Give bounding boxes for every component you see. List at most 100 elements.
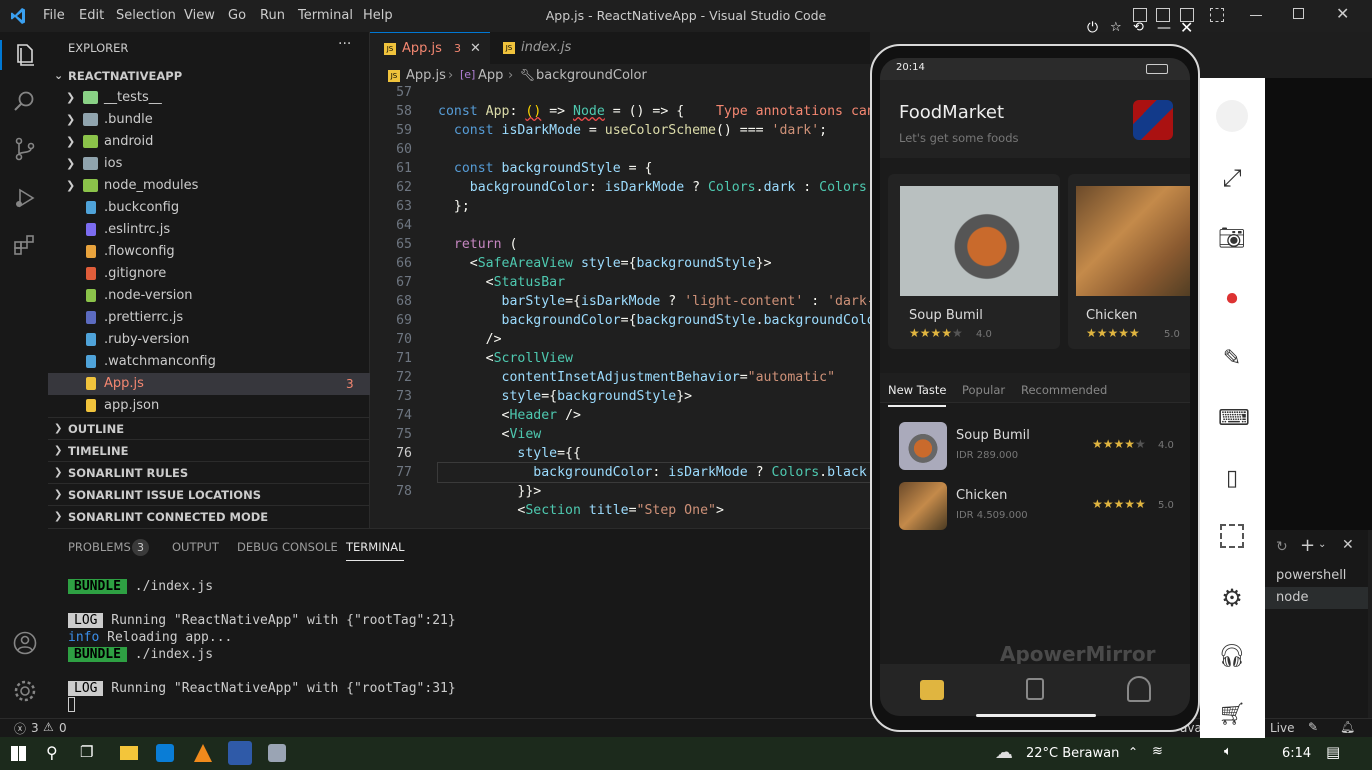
section-outline[interactable]: ❯ OUTLINE	[48, 417, 370, 439]
restore-icon[interactable]	[1293, 8, 1304, 19]
section-timeline[interactable]: ❯ TIMELINE	[48, 439, 370, 461]
search-icon[interactable]	[12, 89, 38, 115]
breadcrumb-file[interactable]: App.js	[406, 68, 446, 83]
phone-notification-icon[interactable]: ▯	[1218, 466, 1246, 494]
rotate-icon[interactable]: ⟲	[1133, 20, 1144, 35]
record-video-icon[interactable]: ⏺	[1218, 286, 1246, 314]
close-panel-icon[interactable]: ✕	[1342, 537, 1354, 553]
screenshot-camera-icon[interactable]: 📷︎	[1218, 226, 1246, 254]
notifications-bell-icon[interactable]: 🔔︎	[1340, 720, 1355, 734]
food-list-item[interactable]: Soup Bumil IDR 289.000 ★★★★★ 4.0	[880, 410, 1190, 470]
code-editor[interactable]: 57 58 59 60 61 62 63 64 65 66 67 68 69 70 71 72 73 74 75 76…	[370, 85, 883, 528]
power-icon[interactable]: ⏻	[1087, 20, 1098, 36]
run-debug-icon[interactable]	[12, 185, 38, 211]
keyboard-icon[interactable]: ⌨	[1218, 406, 1250, 434]
wifi-icon[interactable]: ≋	[1152, 744, 1163, 759]
weather-text[interactable]: 22°C Berawan	[1026, 746, 1119, 761]
extensions-icon[interactable]	[12, 232, 38, 258]
explorer-item[interactable]: ❯ ios	[48, 153, 370, 175]
clock-time[interactable]: 6:14	[1282, 746, 1311, 761]
pin-icon[interactable]: ☆	[1110, 20, 1122, 35]
refresh-icon[interactable]: ↻	[1276, 539, 1288, 555]
notification-center-icon[interactable]: ▤	[1326, 743, 1340, 761]
windows-start-icon[interactable]	[11, 746, 26, 761]
fullscreen-icon[interactable]: ⤢	[1218, 164, 1246, 192]
food-card[interactable]: Chicken ★★★★★ 5.0	[1068, 174, 1190, 349]
breadcrumb-symbol[interactable]: App	[478, 68, 503, 83]
mirror-minimize-icon[interactable]: —	[1157, 20, 1171, 36]
food-card-name: Chicken	[1086, 308, 1138, 323]
tab-recommended[interactable]: Recommended	[1021, 383, 1107, 397]
explorer-item[interactable]: ❯ __tests__	[48, 87, 370, 109]
task-view-icon[interactable]: ❐	[80, 743, 93, 761]
home-tab-icon[interactable]	[920, 680, 944, 700]
select-region-icon[interactable]	[1220, 524, 1244, 548]
search-taskbar-icon[interactable]: ⚲	[46, 743, 58, 762]
app-taskbar-icon[interactable]	[268, 744, 286, 762]
explorer-item[interactable]: .gitignore	[48, 263, 370, 285]
vscode-taskbar-icon[interactable]	[156, 744, 174, 762]
tab-output[interactable]: OUTPUT	[172, 540, 219, 554]
terminal-instance-node[interactable]: node	[1262, 587, 1368, 609]
explorer-item[interactable]: .watchmanconfig	[48, 351, 370, 373]
tab-close-icon[interactable]: ✕	[470, 33, 481, 65]
breadcrumb-property[interactable]: backgroundColor	[536, 68, 647, 83]
vlc-icon[interactable]	[194, 744, 212, 762]
profile-avatar[interactable]	[1133, 100, 1173, 140]
explorer-item[interactable]: ❯ node_modules	[48, 175, 370, 197]
chevron-down-icon[interactable]: ⌄	[1318, 539, 1326, 550]
food-card[interactable]: Soup Bumil ★★★★★ 4.0	[888, 174, 1060, 349]
error-count[interactable]: 3	[31, 721, 39, 735]
home-gesture-bar[interactable]	[976, 714, 1096, 717]
whiteboard-brush-icon[interactable]: ✎	[1218, 346, 1246, 374]
volume-icon[interactable]: 🔈︎	[1224, 744, 1232, 759]
apowermirror-taskbar-icon[interactable]	[228, 741, 252, 765]
mirror-close-icon[interactable]: ✕	[1180, 18, 1193, 37]
explorer-item[interactable]: .eslintrc.js	[48, 219, 370, 241]
section-sonarlint-connected-mode[interactable]: ❯ SONARLINT CONNECTED MODE	[48, 505, 370, 527]
explorer-item[interactable]: App.js 3	[48, 373, 370, 395]
explorer-item[interactable]: .node-version	[48, 285, 370, 307]
error-icon[interactable]: ⓧ	[14, 720, 26, 737]
explorer-item[interactable]: .ruby-version	[48, 329, 370, 351]
close-window-icon[interactable]: ✕	[1336, 4, 1349, 23]
explorer-item[interactable]: ❯ android	[48, 131, 370, 153]
tab-new-taste[interactable]: New Taste	[888, 383, 947, 407]
file-explorer-icon[interactable]	[120, 746, 138, 760]
tab-index-js[interactable]: JS index.js	[491, 32, 591, 64]
tab-problems[interactable]: PROBLEMS	[68, 540, 131, 554]
explorer-item[interactable]: .buckconfig	[48, 197, 370, 219]
orders-tab-icon[interactable]	[1026, 678, 1044, 700]
shopping-cart-icon[interactable]: 🛒︎	[1218, 702, 1246, 730]
tab-app-js[interactable]: JS App.js 3 ✕	[370, 32, 490, 64]
feedback-icon[interactable]: ✎	[1308, 720, 1318, 734]
support-headset-icon[interactable]: 🎧︎	[1218, 644, 1246, 672]
account-icon[interactable]	[12, 630, 38, 656]
explorer-item[interactable]: .prettierrc.js	[48, 307, 370, 329]
tab-terminal[interactable]: TERMINAL	[346, 540, 405, 561]
go-live-button[interactable]: Live	[1270, 721, 1295, 735]
list-food-name: Soup Bumil	[956, 428, 1030, 443]
explorer-item[interactable]: ❯ .bundle	[48, 109, 370, 131]
new-terminal-plus-icon[interactable]: +	[1300, 535, 1315, 556]
manage-gear-icon[interactable]	[12, 678, 38, 704]
minimize-icon[interactable]	[1250, 15, 1262, 16]
profile-tab-icon[interactable]	[1127, 676, 1151, 702]
layout-customize-icon[interactable]	[1210, 8, 1224, 22]
explorer-icon[interactable]	[12, 42, 38, 68]
settings-gear-icon[interactable]: ⚙	[1218, 584, 1246, 612]
terminal-instance-powershell[interactable]: powershell	[1262, 565, 1368, 587]
tab-debug-console[interactable]: DEBUG CONSOLE	[237, 540, 338, 554]
more-actions-icon[interactable]: ···	[338, 36, 351, 52]
section-sonarlint-rules[interactable]: ❯ SONARLINT RULES	[48, 461, 370, 483]
warning-icon[interactable]: ⚠	[43, 720, 54, 734]
project-root[interactable]: ⌄ REACTNATIVEAPP	[48, 65, 370, 87]
source-control-icon[interactable]	[12, 136, 38, 162]
warning-count[interactable]: 0	[59, 721, 67, 735]
tray-chevron-up-icon[interactable]: ⌃	[1128, 745, 1138, 759]
explorer-item[interactable]: .flowconfig	[48, 241, 370, 263]
food-list-item[interactable]: Chicken IDR 4.509.000 ★★★★★ 5.0	[880, 470, 1190, 530]
section-sonarlint-issue-locations[interactable]: ❯ SONARLINT ISSUE LOCATIONS	[48, 483, 370, 505]
tab-popular[interactable]: Popular	[962, 383, 1005, 397]
explorer-item[interactable]: app.json	[48, 395, 370, 417]
